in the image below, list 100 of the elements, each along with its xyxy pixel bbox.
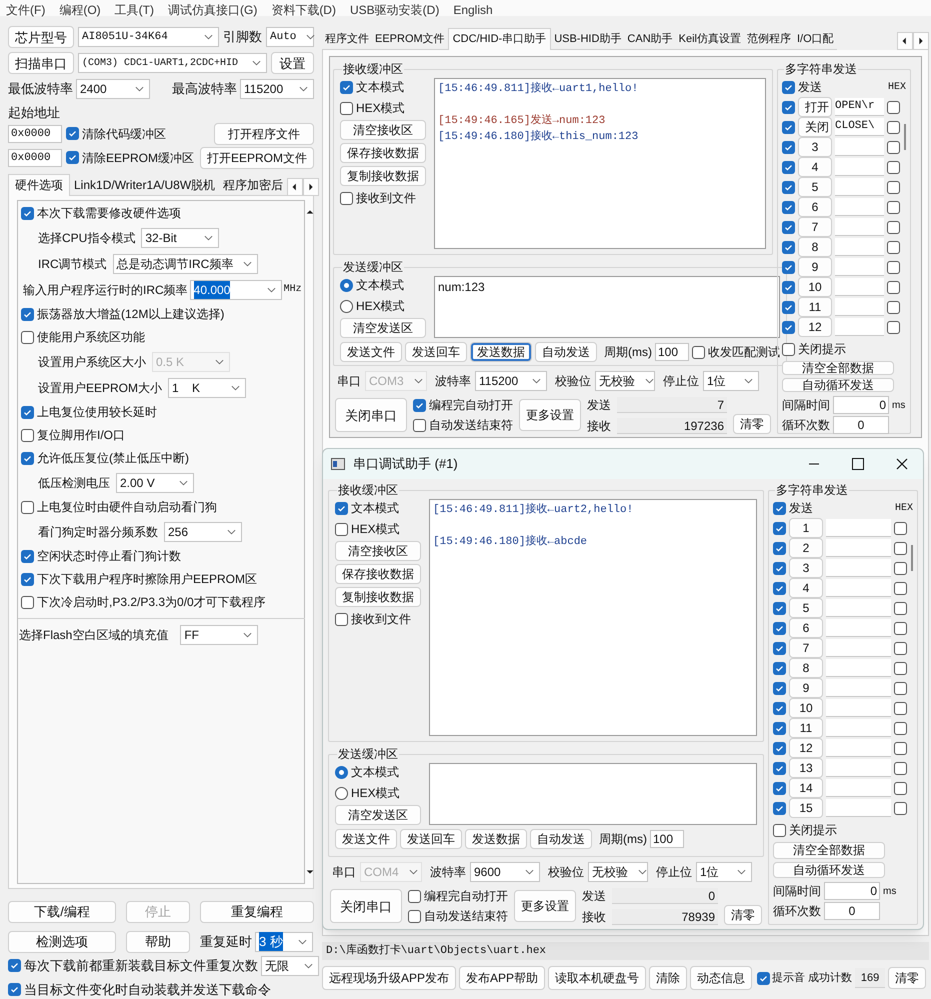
dropdown[interactable]: 9600: [470, 862, 540, 882]
button[interactable]: 关闭: [798, 117, 832, 137]
input-field[interactable]: [826, 579, 891, 597]
checkbox[interactable]: [21, 330, 34, 344]
button[interactable]: 自动发送: [535, 342, 597, 362]
dropdown[interactable]: 1位: [696, 862, 752, 882]
scrollbar[interactable]: [904, 124, 906, 150]
input-field[interactable]: [826, 679, 891, 697]
checkbox[interactable]: [773, 742, 786, 754]
input-field[interactable]: [826, 779, 891, 797]
button[interactable]: 帮助: [126, 930, 190, 952]
input-field[interactable]: 0x0000: [8, 124, 62, 143]
checkbox[interactable]: [66, 127, 79, 140]
button[interactable]: 扫描串口: [8, 52, 74, 74]
checkbox[interactable]: [408, 890, 421, 902]
checkbox[interactable]: [782, 180, 795, 194]
input-field[interactable]: 0: [833, 416, 889, 434]
button[interactable]: 12: [798, 317, 832, 337]
tab[interactable]: 范例程序: [744, 30, 794, 50]
checkbox[interactable]: [773, 824, 786, 836]
dropdown[interactable]: 无限: [261, 956, 319, 976]
checkbox[interactable]: [757, 972, 770, 984]
input-field[interactable]: [835, 258, 884, 276]
checkbox[interactable]: [773, 522, 786, 534]
button[interactable]: 清空发送区: [335, 805, 421, 825]
button[interactable]: 清空全部数据: [773, 842, 885, 858]
button[interactable]: 3: [789, 558, 823, 578]
button[interactable]: 发送回车: [405, 342, 467, 362]
button[interactable]: 复制接收数据: [340, 166, 426, 186]
checkbox[interactable]: [782, 220, 795, 234]
menu-item[interactable]: 编程(O): [59, 4, 101, 16]
checkbox[interactable]: [773, 762, 786, 774]
scroll-right-button[interactable]: [303, 178, 320, 196]
checkbox[interactable]: [887, 180, 900, 194]
button[interactable]: 更多设置: [519, 399, 581, 431]
dropdown[interactable]: 1位: [703, 371, 759, 391]
checkbox[interactable]: [773, 542, 786, 554]
checkbox[interactable]: [340, 102, 353, 114]
button[interactable]: 检测选项: [8, 930, 116, 952]
dropdown[interactable]: 1 K: [168, 378, 246, 398]
button[interactable]: 打开EEPROM文件: [200, 146, 314, 169]
button[interactable]: 7: [798, 217, 832, 237]
button[interactable]: 4: [798, 157, 832, 177]
checkbox[interactable]: [335, 522, 348, 536]
checkbox[interactable]: [66, 151, 79, 164]
radio-button[interactable]: [335, 786, 348, 800]
button[interactable]: 9: [798, 257, 832, 277]
close-icon[interactable]: [895, 457, 909, 471]
checkbox[interactable]: [894, 582, 907, 594]
input-field[interactable]: [826, 719, 891, 737]
input-field[interactable]: [826, 519, 891, 537]
button[interactable]: 11: [798, 297, 832, 317]
button[interactable]: 打开: [798, 97, 832, 117]
button[interactable]: 关闭串口: [330, 889, 402, 923]
button[interactable]: 清除: [649, 966, 688, 990]
checkbox[interactable]: [692, 346, 705, 358]
tab[interactable]: 硬件选项: [8, 174, 70, 196]
button[interactable]: 下载/编程: [8, 900, 116, 922]
checkbox[interactable]: [782, 200, 795, 214]
checkbox[interactable]: [887, 100, 900, 114]
dropdown[interactable]: (COM3) CDC1-UART1,2CDC+HID: [78, 53, 267, 73]
checkbox[interactable]: [335, 612, 348, 626]
checkbox[interactable]: [782, 320, 795, 334]
button[interactable]: 11: [789, 718, 823, 738]
dropdown[interactable]: 无校验: [588, 862, 648, 882]
input-field[interactable]: [826, 599, 891, 617]
dropdown[interactable]: 无校验: [595, 371, 655, 391]
button[interactable]: 14: [789, 778, 823, 798]
checkbox[interactable]: [773, 802, 786, 814]
checkbox[interactable]: [887, 320, 900, 334]
checkbox[interactable]: [782, 342, 795, 356]
dropdown[interactable]: 2400: [76, 78, 150, 99]
input-field[interactable]: 0: [824, 882, 880, 900]
scroll-right-button[interactable]: [913, 32, 929, 50]
button[interactable]: 发送回车: [400, 829, 462, 849]
checkbox[interactable]: [773, 722, 786, 734]
button[interactable]: 打开程序文件: [214, 122, 314, 145]
checkbox[interactable]: [21, 206, 34, 220]
input-field[interactable]: [835, 218, 884, 236]
checkbox[interactable]: [773, 642, 786, 654]
menu-item[interactable]: 调试仿真接口(G): [168, 4, 258, 16]
checkbox[interactable]: [894, 702, 907, 714]
checkbox[interactable]: [894, 742, 907, 754]
checkbox[interactable]: [782, 240, 795, 254]
button[interactable]: 3: [798, 137, 832, 157]
input-field[interactable]: 100: [650, 830, 684, 848]
checkbox[interactable]: [8, 982, 21, 996]
checkbox[interactable]: [887, 260, 900, 274]
button[interactable]: 6: [789, 618, 823, 638]
input-field[interactable]: [826, 699, 891, 717]
checkbox[interactable]: [894, 642, 907, 654]
button[interactable]: 发送文件: [340, 342, 402, 362]
checkbox[interactable]: [8, 959, 21, 972]
input-field[interactable]: [826, 659, 891, 677]
button[interactable]: 发送文件: [335, 829, 397, 849]
checkbox[interactable]: [894, 602, 907, 614]
button[interactable]: 9: [789, 678, 823, 698]
checkbox[interactable]: [894, 622, 907, 634]
dropdown[interactable]: 3 秒: [255, 932, 313, 952]
radio-button[interactable]: [335, 766, 348, 778]
